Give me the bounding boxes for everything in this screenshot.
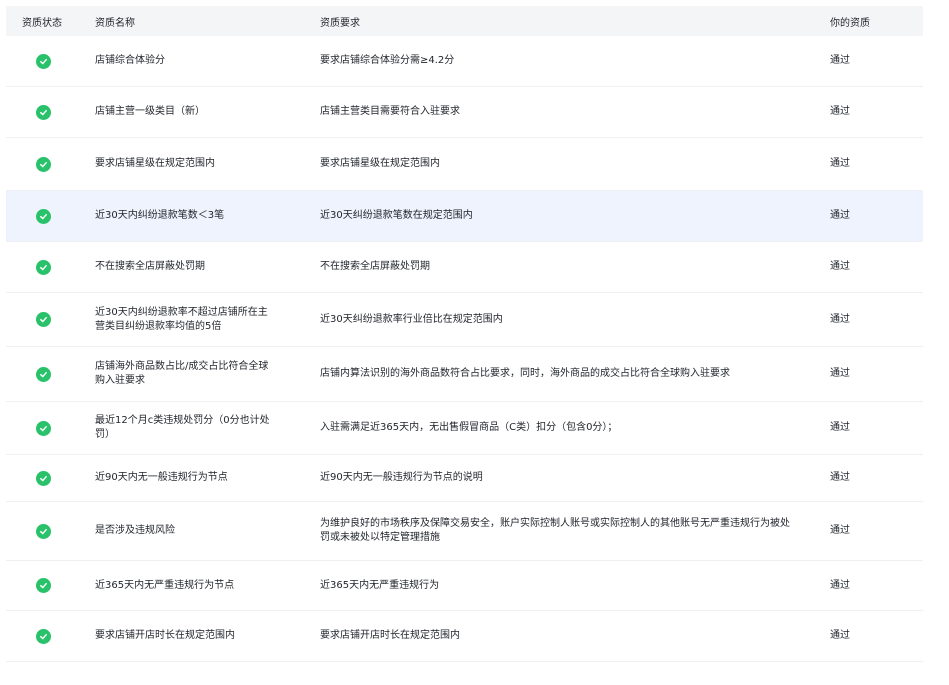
- check-circle-icon: [36, 259, 51, 275]
- table-row: 店铺主营一级类目（新） 店铺主营类目需要符合入驻要求 通过: [6, 87, 923, 138]
- qualification-requirement: 近30天纠纷退款笔数在规定范围内: [320, 210, 473, 221]
- header-yours: 你的资质: [830, 17, 870, 29]
- status-cell: [6, 523, 81, 539]
- qualification-result: 通过: [830, 422, 850, 433]
- check-circle-icon: [36, 420, 51, 436]
- qualification-name: 店铺主营一级类目（新）: [95, 106, 205, 117]
- qualification-requirement: 店铺主营类目需要符合入驻要求: [320, 106, 460, 117]
- qualification-name: 店铺综合体验分: [95, 55, 165, 66]
- qualification-name: 最近12个月c类违规处罚分（0分也计处罚）: [95, 415, 270, 440]
- status-cell: [6, 208, 81, 224]
- qualification-result: 通过: [830, 210, 850, 221]
- qualification-requirement: 近365天内无严重违规行为: [320, 579, 440, 591]
- check-circle-icon: [36, 53, 51, 69]
- qualification-result: 通过: [830, 313, 850, 325]
- status-cell: [6, 470, 81, 486]
- qualification-requirement: 近30天纠纷退款率行业倍比在规定范围内: [320, 313, 503, 325]
- table-row: 近30天内纠纷退款率不超过店铺所在主营类目纠纷退款率均值的5倍 近30天纠纷退款率…: [6, 293, 923, 347]
- qualification-requirement: 近90天内无一般违规行为节点的说明: [320, 472, 483, 483]
- table-row: 近365天内无严重违规行为节点 近365天内无严重违规行为 通过: [6, 561, 923, 611]
- table-row: 店铺海外商品数占比/成交占比符合全球购入驻要求 店铺内算法识别的海外商品数符合占比…: [6, 347, 923, 402]
- status-cell: [6, 420, 81, 436]
- qualification-name: 近365天内无严重违规行为节点: [95, 579, 235, 591]
- status-cell: [6, 628, 81, 644]
- status-cell: [6, 156, 81, 172]
- qualification-requirement: 不在搜索全店屏蔽处罚期: [320, 261, 430, 272]
- table-header: 资质状态 资质名称 资质要求 你的资质: [6, 6, 923, 36]
- check-circle-icon: [36, 366, 51, 382]
- qualification-name: 店铺海外商品数占比/成交占比符合全球购入驻要求: [95, 361, 269, 386]
- qualification-result: 通过: [830, 158, 850, 169]
- qualification-result: 通过: [830, 525, 850, 536]
- check-circle-icon: [36, 104, 51, 120]
- check-circle-icon: [36, 470, 51, 486]
- qualification-table: 资质状态 资质名称 资质要求 你的资质 店铺综合体验分 要求店铺综合体验分需≥4.…: [6, 6, 923, 662]
- qualification-name: 要求店铺开店时长在规定范围内: [95, 630, 235, 641]
- qualification-result: 通过: [830, 579, 850, 591]
- table-row: 近90天内无一般违规行为节点 近90天内无一般违规行为节点的说明 通过: [6, 455, 923, 502]
- check-circle-icon: [36, 312, 51, 327]
- qualification-result: 通过: [830, 106, 850, 117]
- qualification-requirement: 入驻需满足近365天内，无出售假冒商品（C类）扣分（包含0分）；: [320, 422, 618, 433]
- table-row: 要求店铺星级在规定范围内 要求店铺星级在规定范围内 通过: [6, 138, 923, 191]
- qualification-result: 通过: [830, 630, 850, 641]
- qualification-result: 通过: [830, 261, 850, 272]
- table-row: 近30天内纠纷退款笔数＜3笔 近30天纠纷退款笔数在规定范围内 通过: [6, 191, 923, 242]
- qualification-name: 不在搜索全店屏蔽处罚期: [95, 261, 205, 272]
- status-cell: [6, 259, 81, 275]
- status-cell: [6, 312, 81, 327]
- qualification-result: 通过: [830, 368, 850, 379]
- qualification-name: 近30天内纠纷退款笔数＜3笔: [95, 210, 225, 221]
- qualification-name: 近30天内纠纷退款率不超过店铺所在主营类目纠纷退款率均值的5倍: [95, 306, 268, 332]
- header-name: 资质名称: [95, 17, 135, 29]
- qualification-result: 通过: [830, 55, 850, 66]
- check-circle-icon: [36, 578, 51, 593]
- qualification-name: 近90天内无一般违规行为节点: [95, 472, 228, 483]
- table-row: 最近12个月c类违规处罚分（0分也计处罚） 入驻需满足近365天内，无出售假冒商品…: [6, 402, 923, 455]
- qualification-name: 要求店铺星级在规定范围内: [95, 158, 215, 169]
- table-body: 店铺综合体验分 要求店铺综合体验分需≥4.2分 通过 店铺主营一级类目（新） 店铺主营类…: [6, 36, 923, 662]
- status-cell: [6, 366, 81, 382]
- qualification-requirement: 要求店铺开店时长在规定范围内: [320, 630, 460, 641]
- qualification-result: 通过: [830, 472, 850, 483]
- status-cell: [6, 53, 81, 69]
- table-row: 要求店铺开店时长在规定范围内 要求店铺开店时长在规定范围内 通过: [6, 611, 923, 662]
- qualification-requirement: 要求店铺星级在规定范围内: [320, 158, 440, 169]
- qualification-requirement: 店铺内算法识别的海外商品数符合占比要求，同时，海外商品的成交占比符合全球购入驻要…: [320, 368, 730, 379]
- qualification-name: 是否涉及违规风险: [95, 525, 175, 536]
- qualification-requirement: 要求店铺综合体验分需≥4.2分: [320, 55, 455, 66]
- check-circle-icon: [36, 523, 51, 539]
- check-circle-icon: [36, 156, 51, 172]
- table-row: 店铺综合体验分 要求店铺综合体验分需≥4.2分 通过: [6, 36, 923, 87]
- qualification-requirement: 为维护良好的市场秩序及保障交易安全，账户实际控制人账号或实际控制人的其他账号无严…: [320, 518, 790, 543]
- header-requirement: 资质要求: [320, 17, 360, 29]
- table-row: 是否涉及违规风险 为维护良好的市场秩序及保障交易安全，账户实际控制人账号或实际控制…: [6, 502, 923, 561]
- status-cell: [6, 104, 81, 120]
- header-status: 资质状态: [22, 17, 62, 29]
- check-circle-icon: [36, 628, 51, 644]
- table-row: 不在搜索全店屏蔽处罚期 不在搜索全店屏蔽处罚期 通过: [6, 242, 923, 293]
- status-cell: [6, 578, 81, 593]
- check-circle-icon: [36, 208, 51, 224]
